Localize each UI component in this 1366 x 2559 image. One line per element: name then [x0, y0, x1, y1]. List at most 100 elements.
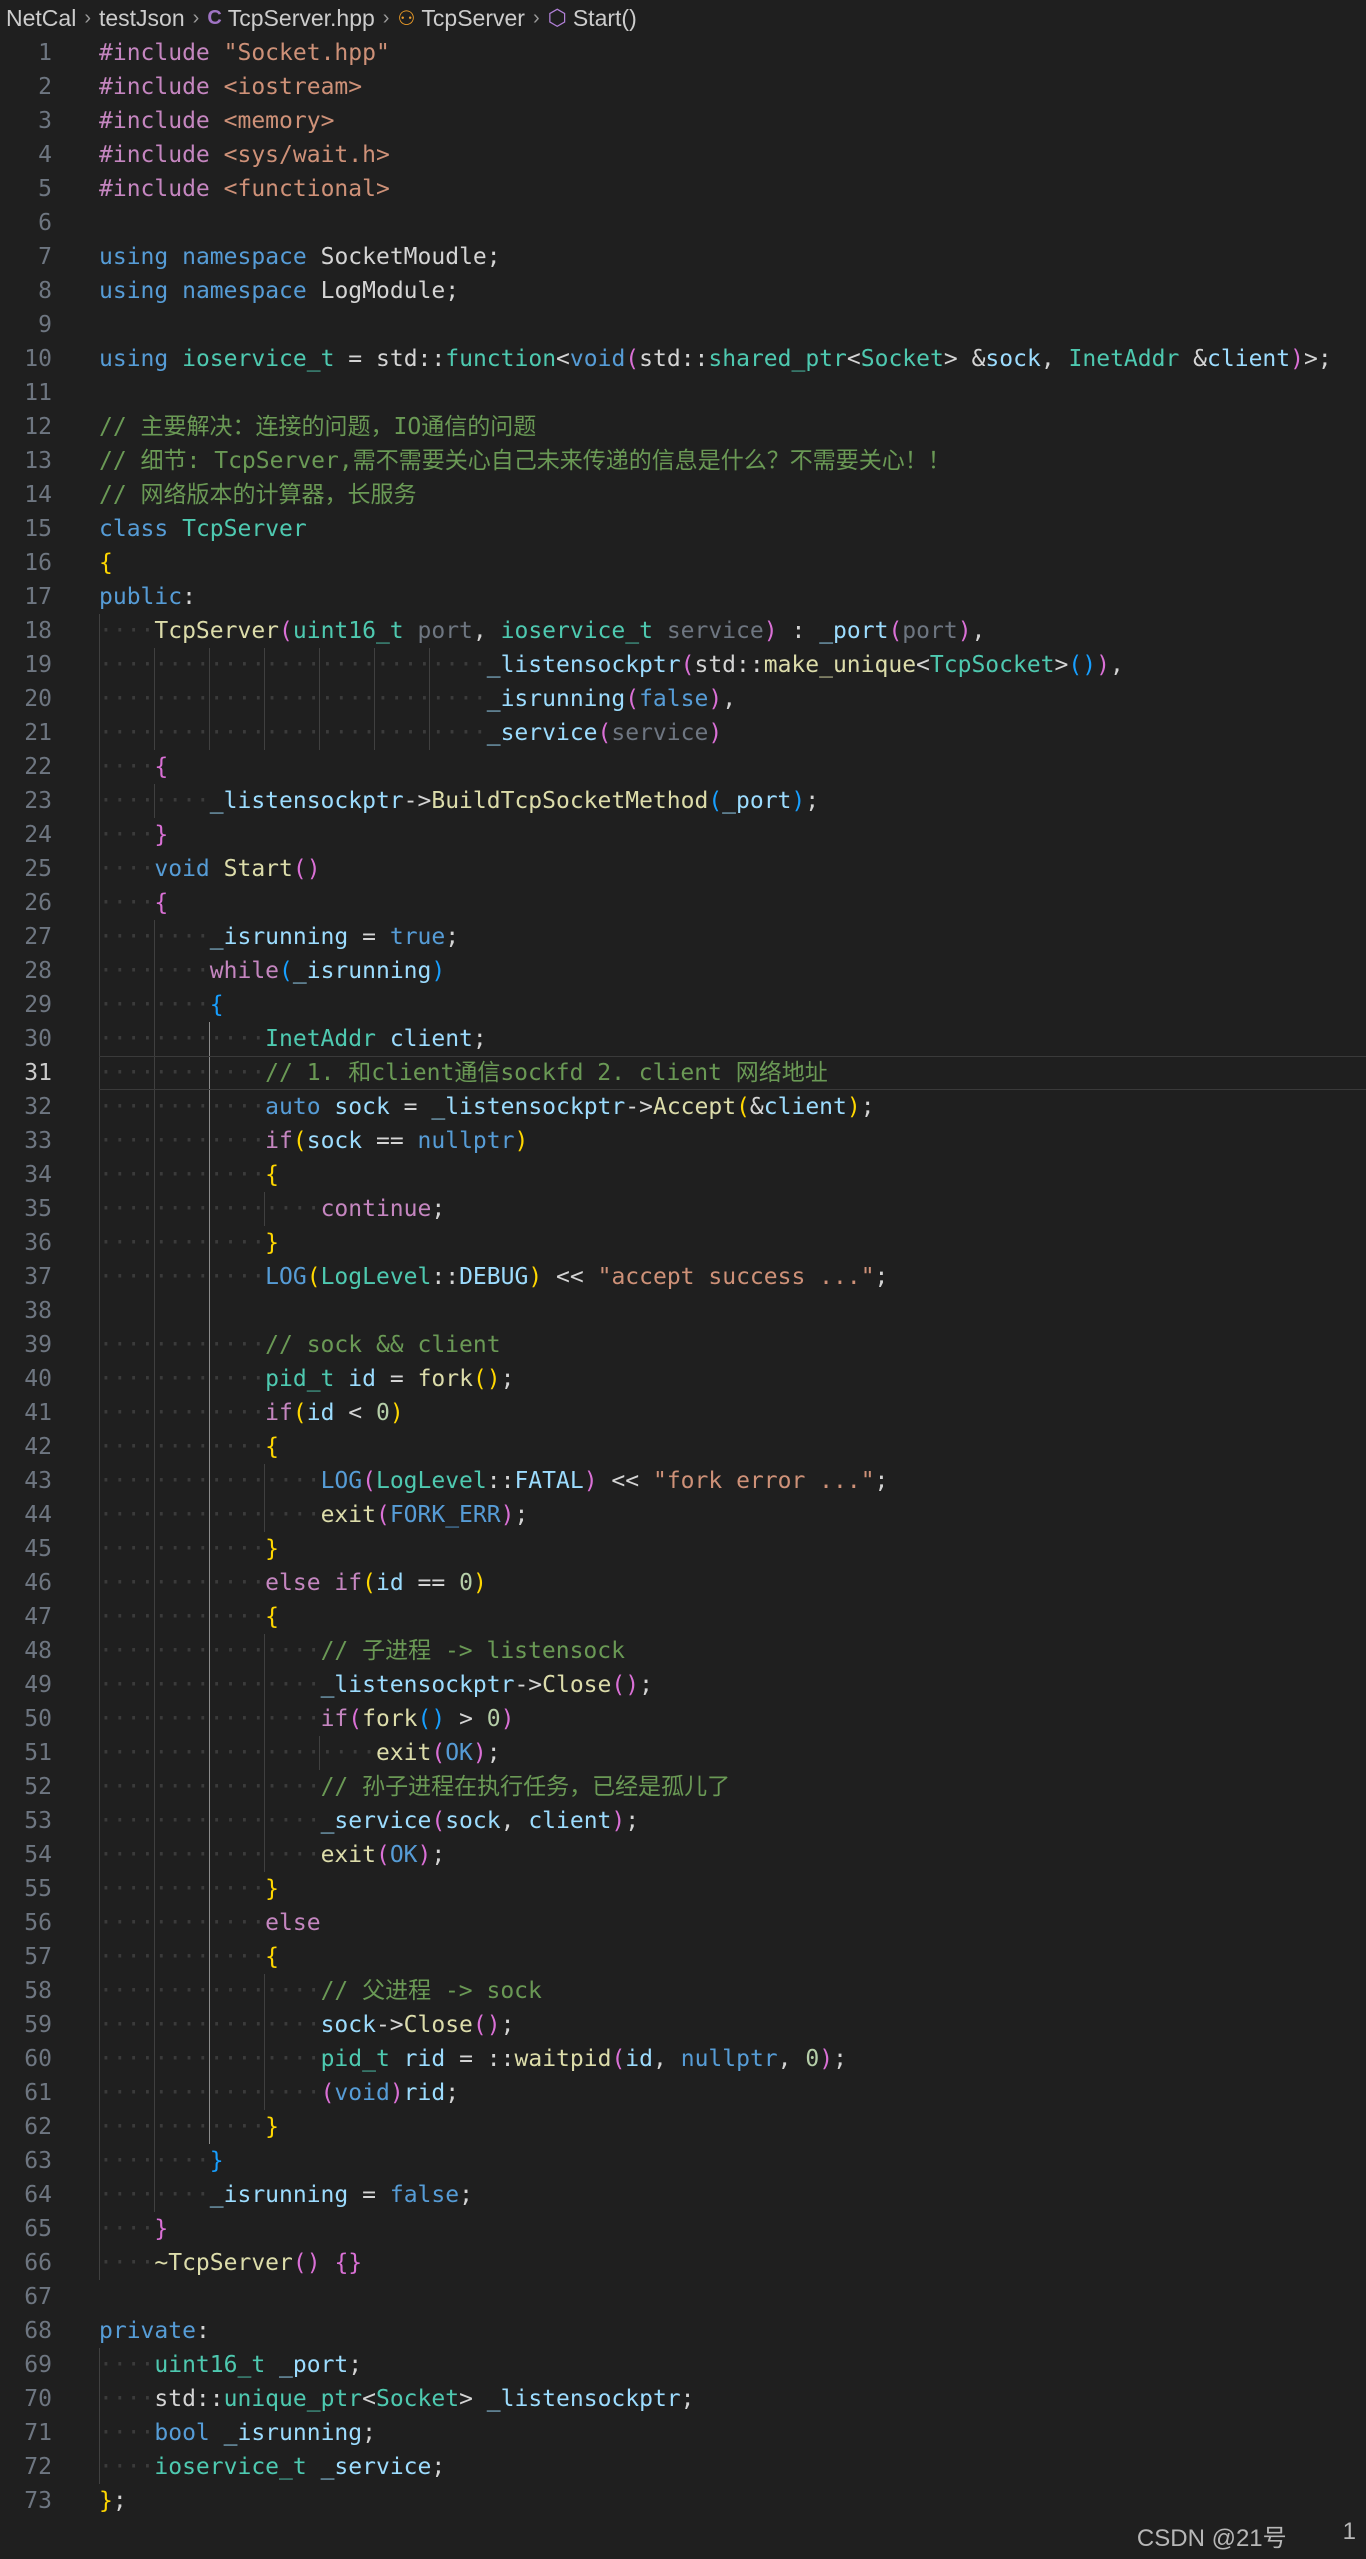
code-token: shared_ptr	[708, 346, 847, 372]
code-line[interactable]: 26 ····{	[0, 886, 1366, 920]
code-token: TcpSocket	[929, 652, 1055, 678]
code-token: using	[99, 244, 169, 270]
code-line[interactable]: 52 ················// 孙子进程在执行任务，已经是孤儿了	[0, 1770, 1366, 1804]
breadcrumb-item[interactable]: ⬡ Start()	[548, 5, 637, 32]
code-line[interactable]: 53 ················_service(sock, client)…	[0, 1804, 1366, 1838]
code-line[interactable]: 73};	[0, 2484, 1366, 2518]
code-line[interactable]: 49 ················_listensockptr->Close(…	[0, 1668, 1366, 1702]
code-line[interactable]: 47 ············{	[0, 1600, 1366, 1634]
code-line[interactable]: 25 ····void Start()	[0, 852, 1366, 886]
code-line[interactable]: 11	[0, 376, 1366, 410]
code-line[interactable]: 43 ················LOG(LogLevel::FATAL) <…	[0, 1464, 1366, 1498]
code-token: OK	[389, 1842, 418, 1868]
code-line[interactable]: 62 ············}	[0, 2110, 1366, 2144]
code-line[interactable]: 2 #include <iostream>	[0, 70, 1366, 104]
code-line[interactable]: 29 ········{	[0, 988, 1366, 1022]
code-line[interactable]: 39 ············// sock && client	[0, 1328, 1366, 1362]
line-number: 52	[24, 1774, 52, 1800]
code-line[interactable]: 68 private:	[0, 2314, 1366, 2348]
code-line[interactable]: 51 ····················exit(OK);	[0, 1736, 1366, 1770]
code-line[interactable]: 27 ········_isrunning = true;	[0, 920, 1366, 954]
code-line[interactable]: 28 ········while(_isrunning)	[0, 954, 1366, 988]
code-line[interactable]: 55 ············}	[0, 1872, 1366, 1906]
code-line[interactable]: 12 // 主要解决：连接的问题，IO通信的问题	[0, 410, 1366, 444]
code-line[interactable]: 21 ····························_service(s…	[0, 716, 1366, 750]
code-token: LogLevel	[375, 1468, 487, 1494]
code-line[interactable]: 56 ············else	[0, 1906, 1366, 1940]
code-line[interactable]: 31 ············// 1. 和client通信sockfd 2. c…	[0, 1056, 1366, 1090]
code-editor[interactable]: NetCal › testJson › C TcpServer.hpp › ⚇ TcpServe…	[0, 0, 1366, 2559]
code-line[interactable]: 67	[0, 2280, 1366, 2314]
breadcrumb-item[interactable]: C TcpServer.hpp	[207, 5, 374, 32]
code-line[interactable]: 32 ············auto sock = _listensockptr…	[0, 1090, 1366, 1124]
code-line[interactable]: 64 ········_isrunning = false;	[0, 2178, 1366, 2212]
code-line[interactable]: 65 ····}	[0, 2212, 1366, 2246]
code-line[interactable]: 18 ····TcpServer(uint16_t port, ioservice…	[0, 614, 1366, 648]
code-line[interactable]: 34 ············{	[0, 1158, 1366, 1192]
code-line[interactable]: 22 ····{	[0, 750, 1366, 784]
code-token: "accept success ..."	[597, 1264, 875, 1290]
code-line[interactable]: 69 ····uint16_t _port;	[0, 2348, 1366, 2382]
code-line[interactable]: 9	[0, 308, 1366, 342]
line-number: 5	[38, 176, 52, 202]
code-line[interactable]: 33 ············if(sock == nullptr)	[0, 1124, 1366, 1158]
whitespace-dots: ····························	[99, 686, 487, 712]
code-line[interactable]: 45 ············}	[0, 1532, 1366, 1566]
code-line[interactable]: 6	[0, 206, 1366, 240]
code-area[interactable]: 1 #include "Socket.hpp" 2 #include <iostrea…	[0, 36, 1366, 2518]
code-line[interactable]: 5 #include <functional>	[0, 172, 1366, 206]
code-line[interactable]: 72 ····ioservice_t _service;	[0, 2450, 1366, 2484]
code-line[interactable]: 15 class TcpServer	[0, 512, 1366, 546]
code-line[interactable]: 17 public:	[0, 580, 1366, 614]
code-line[interactable]: 19 ····························_listensoc…	[0, 648, 1366, 682]
code-line[interactable]: 10 using ioservice_t = std::function<void…	[0, 342, 1366, 376]
code-line[interactable]: 20 ····························_isrunning…	[0, 682, 1366, 716]
code-token: client	[1207, 346, 1291, 372]
code-line[interactable]: 13 // 细节: TcpServer,需不需要关心自己未来传递的信息是什么？不需…	[0, 444, 1366, 478]
code-line[interactable]: 54 ················exit(OK);	[0, 1838, 1366, 1872]
breadcrumb-item[interactable]: ⚇ TcpServer	[397, 5, 524, 32]
code-line[interactable]: 7 using namespace SocketMoudle;	[0, 240, 1366, 274]
code-line[interactable]: 70 ····std::unique_ptr<Socket> _listensoc…	[0, 2382, 1366, 2416]
code-line[interactable]: 46 ············else if(id == 0)	[0, 1566, 1366, 1600]
code-text: ············{	[99, 1430, 279, 1464]
code-token: <functional>	[223, 176, 390, 202]
code-line[interactable]: 23 ········_listensockptr->BuildTcpSocket…	[0, 784, 1366, 818]
code-line[interactable]: 24 ····}	[0, 818, 1366, 852]
code-text: ····························_isrunning(f…	[99, 682, 736, 716]
code-line[interactable]: 44 ················exit(FORK_ERR);	[0, 1498, 1366, 1532]
code-line[interactable]: 8 using namespace LogModule;	[0, 274, 1366, 308]
indent-guide	[154, 1294, 155, 1328]
code-line[interactable]: 14 // 网络版本的计算器，长服务	[0, 478, 1366, 512]
code-line[interactable]: 38	[0, 1294, 1366, 1328]
code-line[interactable]: 63 ········}	[0, 2144, 1366, 2178]
code-line[interactable]: 66 ····~TcpServer() {}	[0, 2246, 1366, 2280]
code-line[interactable]: 59 ················sock->Close();	[0, 2008, 1366, 2042]
code-line[interactable]: 35 ················continue;	[0, 1192, 1366, 1226]
code-line[interactable]: 36 ············}	[0, 1226, 1366, 1260]
code-line[interactable]: 50 ················if(fork() > 0)	[0, 1702, 1366, 1736]
breadcrumb-item[interactable]: NetCal	[6, 5, 76, 32]
code-token: _port	[819, 618, 889, 644]
whitespace-dots: ················	[99, 1672, 321, 1698]
code-line[interactable]: 57 ············{	[0, 1940, 1366, 1974]
code-line[interactable]: 4 #include <sys/wait.h>	[0, 138, 1366, 172]
code-token: _service	[320, 1808, 432, 1834]
code-line[interactable]: 61 ················(void)rid;	[0, 2076, 1366, 2110]
code-line[interactable]: 30 ············InetAddr client;	[0, 1022, 1366, 1056]
code-line[interactable]: 3 #include <memory>	[0, 104, 1366, 138]
code-token: Socket	[375, 2386, 460, 2412]
code-line[interactable]: 71 ····bool _isrunning;	[0, 2416, 1366, 2450]
code-line[interactable]: 48 ················// 子进程 -> listensock	[0, 1634, 1366, 1668]
code-line[interactable]: 60 ················pid_t rid = ::waitpid(…	[0, 2042, 1366, 2076]
code-line[interactable]: 1 #include "Socket.hpp"	[0, 36, 1366, 70]
code-line[interactable]: 40 ············pid_t id = fork();	[0, 1362, 1366, 1396]
code-token: <	[362, 2386, 376, 2412]
code-text: ················exit(FORK_ERR);	[99, 1498, 528, 1532]
code-line[interactable]: 41 ············if(id < 0)	[0, 1396, 1366, 1430]
code-line[interactable]: 58 ················// 父进程 -> sock	[0, 1974, 1366, 2008]
code-line[interactable]: 42 ············{	[0, 1430, 1366, 1464]
breadcrumb-item[interactable]: testJson	[99, 5, 185, 32]
code-line[interactable]: 37 ············LOG(LogLevel::DEBUG) << "a…	[0, 1260, 1366, 1294]
code-line[interactable]: 16 {	[0, 546, 1366, 580]
